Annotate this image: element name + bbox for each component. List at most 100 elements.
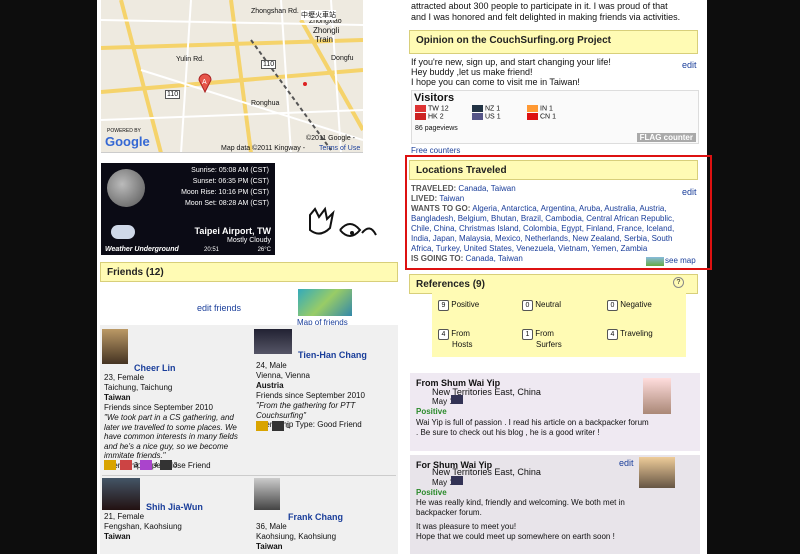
google-logo: Google xyxy=(105,134,150,149)
marker-label: A xyxy=(202,79,207,86)
cn-flag-icon xyxy=(527,113,538,120)
reference-rating: Positive xyxy=(416,407,447,416)
ref-stat-traveling[interactable]: 4 Traveling xyxy=(607,329,653,340)
map-road-label: Zhongshan Rd. xyxy=(251,8,299,15)
computer-icon xyxy=(451,395,463,404)
reference-rating: Positive xyxy=(416,488,447,497)
ref-stat-positive[interactable]: 9 Positive xyxy=(438,300,479,311)
map-station-label: Train xyxy=(315,35,333,44)
divider xyxy=(102,475,396,476)
sunset-row: Sunset: 06:35 PM (CST) xyxy=(192,178,269,185)
friend-card: 36, Male Kaohsiung, Kaohsiung Taiwan xyxy=(256,522,337,551)
pageviews: 86 pageviews xyxy=(415,125,458,132)
friend-name-link[interactable]: Tien-Han Chang xyxy=(298,350,367,360)
hands-icon xyxy=(104,460,116,470)
reference-text: Wai Yip is full of passion . I read his … xyxy=(416,418,649,427)
nz-flag-icon xyxy=(472,105,483,112)
free-counters-link[interactable]: Free counters xyxy=(411,146,460,155)
section-header: References (9) xyxy=(409,274,698,294)
ref-stat-surfers[interactable]: 1 From Surfers xyxy=(522,329,562,350)
weather-time: 20:51 xyxy=(204,247,220,253)
moon-icon xyxy=(107,169,145,207)
sunrise-row: Sunrise: 05:08 AM (CST) xyxy=(191,167,269,174)
weather-condition: Mostly Cloudy xyxy=(227,237,271,244)
map-road-label: Ronghua xyxy=(251,100,280,107)
friend-card: 21, Female Fengshan, Kaohsiung Taiwan xyxy=(104,512,182,541)
avatar[interactable] xyxy=(102,329,128,364)
ref-stat-neutral[interactable]: 0 Neutral xyxy=(522,300,561,311)
weather-temp: 26°C xyxy=(257,247,271,253)
weather-brand: Weather Underground xyxy=(105,246,179,253)
section-header: Friends (12) xyxy=(100,262,398,282)
edit-opinion-link[interactable]: edit xyxy=(682,60,697,70)
avatar[interactable] xyxy=(639,457,675,488)
cloud-icon xyxy=(111,225,135,239)
plane-icon xyxy=(271,421,284,431)
plane-icon xyxy=(159,460,172,470)
friend-card: 24, Male Vienna, Vienna Austria Friends sin… xyxy=(256,361,365,429)
reference-location: New Territories East, China xyxy=(432,387,541,397)
reference-text: It was pleasure to meet you! xyxy=(416,522,517,531)
hk-flag-icon xyxy=(415,113,426,120)
world-map-icon[interactable] xyxy=(298,289,352,316)
friend-card: 23, Female Taichung, Taichung Taiwan Friend… xyxy=(104,373,238,470)
flag-counter-badge: FLAG counter xyxy=(636,133,696,142)
road-shield: 110 xyxy=(261,60,277,69)
reference-text: Hope that we could meet up somewhere on … xyxy=(416,532,615,541)
visitor-row: HK 2 xyxy=(415,113,444,120)
map-data-credit: Map data ©2011 Kingway - xyxy=(221,145,306,152)
friend-name-link[interactable]: Shih Jia-Wun xyxy=(146,502,203,512)
reference-text: . Be sure to check out his blog , he is … xyxy=(416,428,600,437)
location-map[interactable]: A Zhongshan Rd. Zhongxiao Zhongli Train … xyxy=(101,0,363,153)
avatar[interactable] xyxy=(102,478,140,510)
visitor-row: TW 12 xyxy=(415,105,449,112)
weather-station: Taipei Airport, TW xyxy=(194,226,272,236)
doodle-icon xyxy=(309,206,377,237)
visitor-row: IN 1 xyxy=(527,105,553,112)
avatar[interactable] xyxy=(643,378,671,414)
friend-name-link[interactable]: Cheer Lin xyxy=(134,363,176,373)
map-road-label: Yulin Rd. xyxy=(176,56,205,63)
moonset-row: Moon Set: 08:28 AM (CST) xyxy=(184,200,269,207)
section-header: Opinion on the CouchSurfing.org Project xyxy=(409,30,698,54)
friend-name-link[interactable]: Frank Chang xyxy=(288,512,343,522)
tw-flag-icon xyxy=(415,105,426,112)
opinion-text: Hey buddy ,let us make friend! xyxy=(411,67,533,77)
visitors-title: Visitors xyxy=(414,92,455,104)
avatar[interactable] xyxy=(254,478,280,510)
moonrise-row: Moon Rise: 10:16 PM (CST) xyxy=(181,189,269,196)
edit-reference-link[interactable]: edit xyxy=(619,458,634,468)
ref-stat-hosts[interactable]: 4 From Hosts xyxy=(438,329,472,350)
couch-icon xyxy=(119,460,132,470)
friend-stats: 3 4 3 xyxy=(104,460,178,470)
weather-widget[interactable]: Sunrise: 05:08 AM (CST) Sunset: 06:35 PM… xyxy=(101,163,275,255)
about-text: and I was honored and felt delighted in … xyxy=(411,12,681,22)
visitor-row: CN 1 xyxy=(527,113,556,120)
edit-friends-link[interactable]: edit friends xyxy=(197,303,241,313)
opinion-text: I hope you can come to visit me in Taiwa… xyxy=(411,77,580,87)
reference-location: New Territories East, China xyxy=(432,467,541,477)
road-shield: 110 xyxy=(165,90,181,99)
visitor-row: US 1 xyxy=(472,113,501,120)
opinion-text: If you're new, sign up, and start changi… xyxy=(411,57,611,67)
friend-stats: 1 xyxy=(256,421,290,431)
map-station-name-cn: 中壢火車站 xyxy=(301,10,336,20)
avatar[interactable] xyxy=(254,329,292,354)
us-flag-icon xyxy=(472,113,483,120)
highlight-box xyxy=(405,155,712,270)
map-station-label: Zhongli xyxy=(313,26,340,35)
in-flag-icon xyxy=(527,105,538,112)
flag-counter[interactable]: Visitors TW 12 HK 2 NZ 1 US 1 IN 1 CN 1 … xyxy=(411,90,699,144)
map-road-label: Dongfu xyxy=(331,55,354,62)
reference-text: He was really kind, friendly and welcomi… xyxy=(416,498,625,507)
help-icon[interactable]: ? xyxy=(673,277,684,288)
reference-text: backpacker forum. xyxy=(416,508,482,517)
about-text: attracted about 300 people to participat… xyxy=(411,1,668,11)
terms-link[interactable]: Terms of Use xyxy=(319,145,360,152)
pencil-icon xyxy=(139,460,152,470)
hands-icon xyxy=(256,421,268,431)
ref-stat-negative[interactable]: 0 Negative xyxy=(607,300,652,311)
visitor-row: NZ 1 xyxy=(472,105,500,112)
computer-icon xyxy=(451,476,463,485)
map-copyright: ©2011 Google - xyxy=(306,135,356,142)
